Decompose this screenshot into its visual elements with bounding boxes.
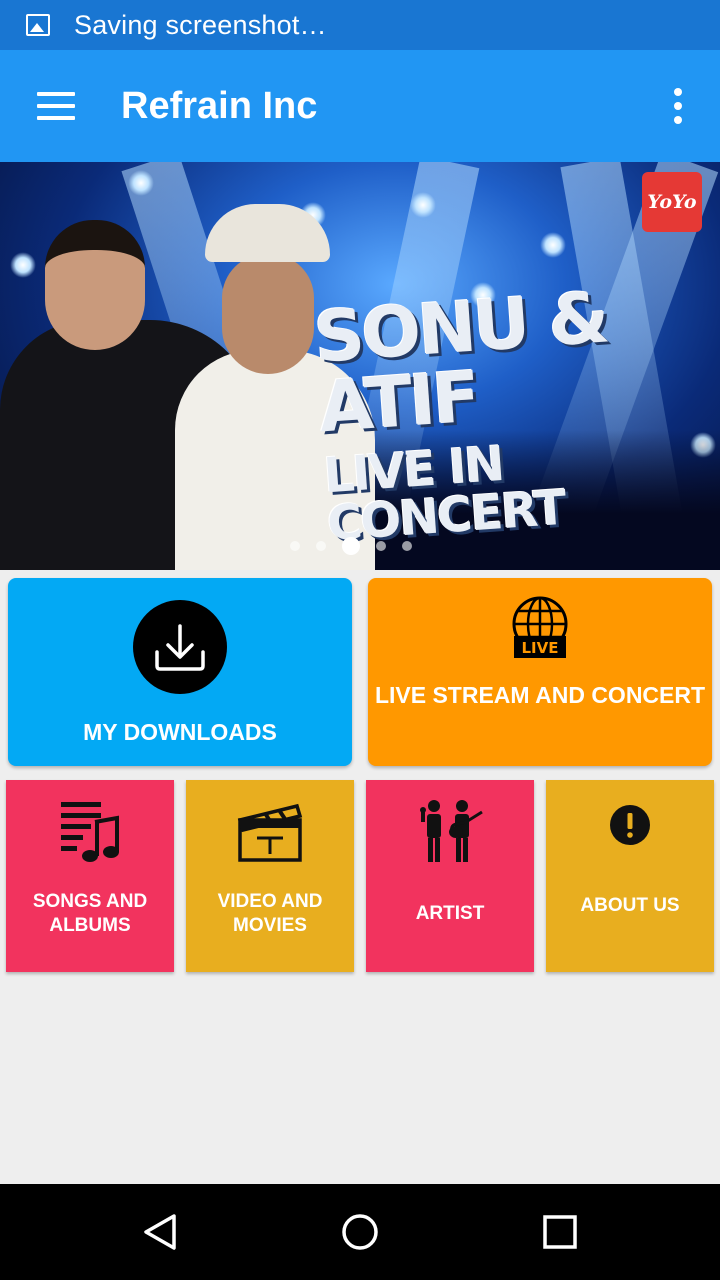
video-movies-button[interactable]: VIDEO AND MOVIES (186, 780, 354, 972)
performer-2-head (222, 254, 314, 374)
back-triangle-icon[interactable] (140, 1212, 180, 1252)
carousel-dot[interactable] (376, 541, 386, 551)
about-us-button[interactable]: ABOUT US (546, 780, 714, 972)
my-downloads-button[interactable]: MY DOWNLOADS (8, 578, 352, 766)
app-bar: Refrain Inc (0, 50, 720, 162)
live-stream-button[interactable]: LIVE LIVE STREAM AND CONCERT (368, 578, 712, 766)
status-bar: Saving screenshot… (0, 0, 720, 50)
clapperboard-icon (237, 798, 303, 869)
download-icon (133, 600, 227, 694)
hamburger-menu-icon[interactable] (37, 92, 75, 120)
video-movies-label: VIDEO AND MOVIES (217, 891, 323, 936)
my-downloads-label: MY DOWNLOADS (83, 719, 277, 745)
info-alert-icon (609, 804, 651, 851)
carousel-dot[interactable] (402, 541, 412, 551)
music-list-icon (59, 798, 121, 869)
carousel-indicator (290, 534, 412, 558)
carousel-dot-active[interactable] (342, 537, 360, 555)
banner-headline: SONU & ATIF LIVE IN CONCERT (311, 276, 688, 552)
about-us-label: ABOUT US (580, 895, 680, 916)
banner-carousel[interactable]: SONU & ATIF LIVE IN CONCERT YoYo (0, 162, 720, 570)
live-stream-label: LIVE STREAM AND CONCERT (374, 682, 706, 708)
musicians-icon (416, 798, 484, 869)
carousel-dot[interactable] (316, 541, 326, 551)
system-nav-bar (0, 1184, 720, 1280)
live-badge-text: LIVE (522, 639, 559, 657)
recents-square-icon[interactable] (542, 1214, 578, 1250)
yoyo-tv-logo: YoYo (642, 172, 702, 232)
banner-headline-line1: SONU & ATIF (311, 276, 610, 449)
status-text: Saving screenshot… (74, 9, 327, 40)
songs-albums-button[interactable]: SONGS AND ALBUMS (6, 780, 174, 972)
artist-button[interactable]: ARTIST (366, 780, 534, 972)
artist-label: ARTIST (415, 903, 485, 924)
songs-albums-label: SONGS AND ALBUMS (32, 891, 148, 936)
performer-1-head (45, 220, 145, 350)
carousel-dot[interactable] (290, 541, 300, 551)
live-globe-icon: LIVE (510, 596, 570, 667)
more-vertical-icon[interactable] (674, 88, 682, 124)
home-circle-icon[interactable] (341, 1213, 379, 1251)
app-title: Refrain Inc (121, 84, 318, 127)
image-icon (26, 14, 50, 36)
